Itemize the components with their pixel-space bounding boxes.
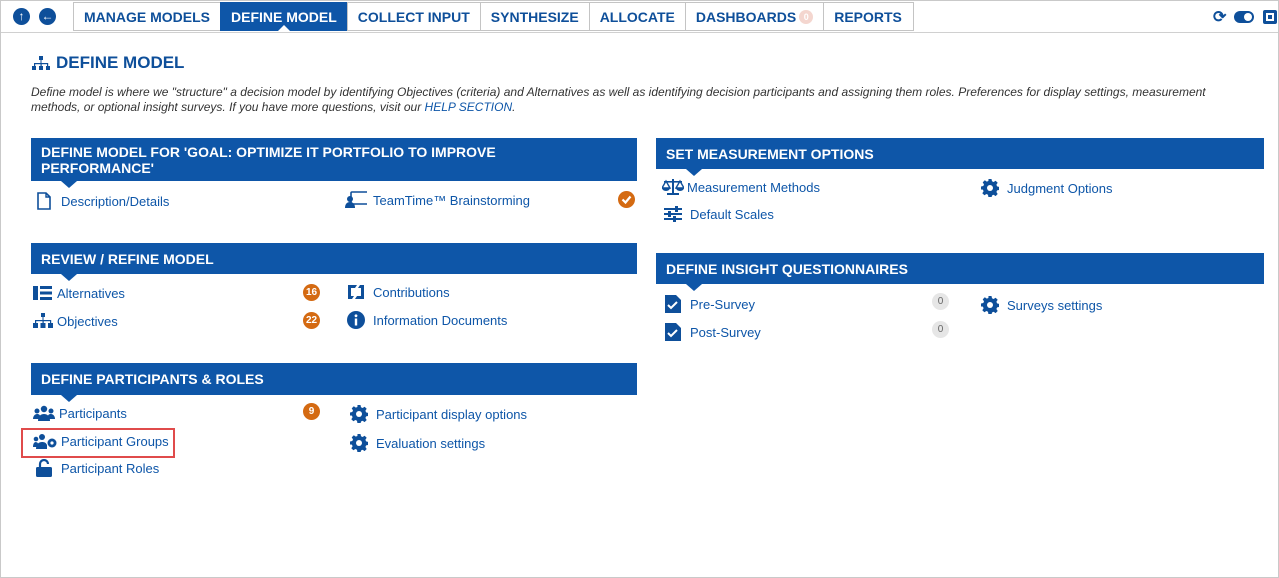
post-survey-count-badge: 0 [932,321,949,338]
toolbar-icons: ⟳ [1213,7,1278,27]
alternatives-link[interactable]: Alternatives [33,284,125,302]
insight-panel-header: DEFINE INSIGHT QUESTIONNAIRES [656,253,1264,291]
page-title: DEFINE MODEL [32,53,184,73]
objectives-link[interactable]: Objectives [33,312,118,330]
default-scales-link[interactable]: Default Scales [662,205,774,223]
back-arrow-icon[interactable]: ← [39,8,56,25]
contributions-icon [345,283,367,301]
measurement-methods-link[interactable]: Measurement Methods [662,178,820,196]
description-end: . [512,100,516,114]
participants-link[interactable]: Participants [33,404,127,422]
presentation-icon[interactable] [1262,9,1278,25]
objectives-count-badge: 22 [303,312,320,329]
measurement-methods-label: Measurement Methods [687,179,820,195]
info-icon [345,311,367,329]
participant-roles-label: Participant Roles [61,460,160,476]
toggle-icon[interactable] [1234,10,1255,24]
insight-heading: DEFINE INSIGHT QUESTIONNAIRES [666,260,908,277]
unlock-icon [33,459,55,477]
presenter-icon [345,191,367,209]
page-description: Define model is where we "structure" a d… [31,85,1246,115]
participants-label: Participants [59,405,127,421]
review-panel-header: REVIEW / REFINE MODEL [31,243,637,281]
up-arrow-icon[interactable]: ↑ [13,8,30,25]
tab-collect-input[interactable]: COLLECT INPUT [346,2,480,31]
description-details-label: Description/Details [61,193,170,209]
participant-roles-link[interactable]: Participant Roles [33,459,159,477]
pre-survey-count-badge: 0 [932,293,949,310]
tab-manage-models[interactable]: MANAGE MODELS [73,2,220,31]
description-details-link[interactable]: Description/Details [33,192,169,210]
judgment-options-link[interactable]: Judgment Options [979,179,1113,197]
measurement-panel-header: SET MEASUREMENT OPTIONS [656,138,1264,176]
post-survey-link[interactable]: Post-Survey [662,323,761,341]
tab-dashboards-label: DASHBOARDS [695,8,797,25]
tab-allocate[interactable]: ALLOCATE [588,2,685,31]
page-title-text: DEFINE MODEL [56,53,185,72]
surveys-settings-label: Surveys settings [1007,297,1103,313]
contributions-link[interactable]: Contributions [345,283,450,301]
gear-icon [348,434,370,452]
refresh-icon[interactable]: ⟳ [1213,7,1226,27]
contributions-label: Contributions [373,284,450,300]
pre-survey-label: Pre-Survey [690,296,756,312]
information-documents-label: Information Documents [373,312,508,328]
hierarchy-icon [33,312,53,330]
measurement-heading: SET MEASUREMENT OPTIONS [666,145,874,162]
tab-reports[interactable]: REPORTS [823,2,915,31]
balance-scale-icon [662,178,684,196]
teamtime-label: TeamTime™ Brainstorming [373,192,531,208]
participants-count-badge: 9 [303,403,320,420]
file-check-icon [662,295,684,313]
gear-icon [348,405,370,423]
review-heading: REVIEW / REFINE MODEL [41,250,214,267]
highlight-box [21,428,175,458]
default-scales-label: Default Scales [690,206,774,222]
main-tabs: MANAGE MODELS DEFINE MODEL COLLECT INPUT… [73,1,915,32]
sliders-icon [662,205,684,223]
surveys-settings-link[interactable]: Surveys settings [979,296,1102,314]
document-icon [33,192,55,210]
participant-display-options-label: Participant display options [376,406,528,422]
users-icon [33,404,55,422]
participant-display-options-link[interactable]: Participant display options [348,405,527,423]
help-section-link[interactable]: HELP SECTION [425,100,513,114]
objectives-label: Objectives [57,313,118,329]
participants-heading: DEFINE PARTICIPANTS & ROLES [41,371,264,387]
dashboards-badge: 0 [799,9,814,24]
alternatives-count-badge: 16 [303,284,320,301]
teamtime-brainstorming-link[interactable]: TeamTime™ Brainstorming [345,191,530,209]
evaluation-settings-label: Evaluation settings [376,435,486,451]
evaluation-settings-link[interactable]: Evaluation settings [348,434,485,452]
alternatives-label: Alternatives [57,285,125,301]
define-model-heading: DEFINE MODEL FOR 'GOAL: OPTIMIZE IT PORT… [41,143,496,176]
tab-dashboards[interactable]: DASHBOARDS 0 [684,2,824,31]
tab-synthesize[interactable]: SYNTHESIZE [479,2,589,31]
pre-survey-link[interactable]: Pre-Survey [662,295,755,313]
tab-define-model[interactable]: DEFINE MODEL [220,2,347,31]
gear-icon [979,296,1001,314]
check-circle-icon [618,191,635,208]
hierarchy-icon [32,55,50,71]
file-check-icon [662,323,684,341]
post-survey-label: Post-Survey [690,324,761,340]
description-text: Define model is where we "structure" a d… [31,85,1206,114]
information-documents-link[interactable]: Information Documents [345,311,507,329]
define-model-panel-header: DEFINE MODEL FOR 'GOAL: OPTIMIZE IT PORT… [31,138,637,188]
top-navigation: ↑ ← MANAGE MODELS DEFINE MODEL COLLECT I… [1,1,1278,33]
judgment-options-label: Judgment Options [1007,180,1113,196]
list-icon [33,284,53,302]
gear-icon [979,179,1001,197]
participants-panel-header: DEFINE PARTICIPANTS & ROLES [31,363,637,402]
